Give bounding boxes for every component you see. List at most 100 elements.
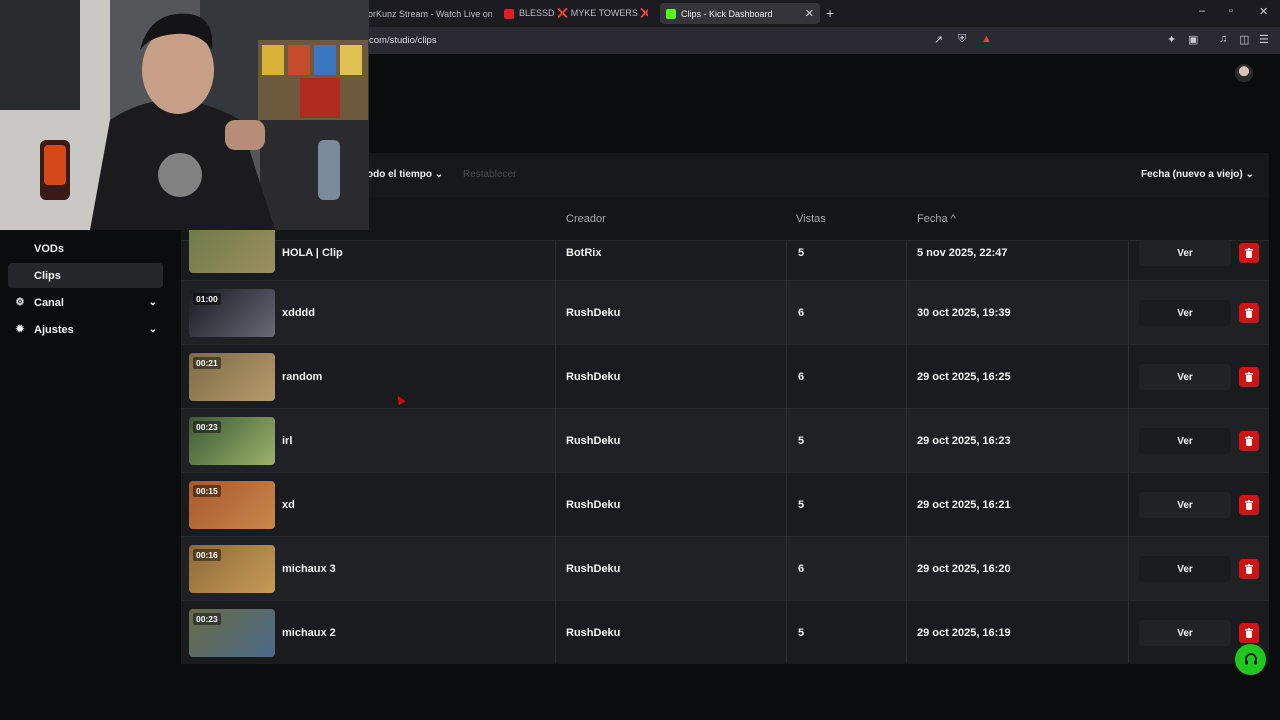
clip-title: xd [282, 499, 295, 511]
trash-icon [1245, 436, 1253, 446]
sidebar-item-clips[interactable]: Clips [8, 263, 163, 288]
chevron-down-icon: ⌄ [1245, 169, 1254, 180]
tab-kick-stream[interactable]: orKunz Stream - Watch Live on K [362, 3, 492, 24]
time-range-dropdown[interactable]: odo el tiempo ⌄ [367, 169, 443, 180]
column-divider [786, 241, 787, 663]
clip-date: 30 oct 2025, 19:39 [917, 307, 1011, 319]
url-field[interactable]: com/studio/clips [369, 35, 437, 46]
minimize-icon[interactable]: – [1199, 5, 1205, 17]
column-divider [906, 241, 907, 663]
header-date[interactable]: Fecha ^ [917, 213, 956, 225]
view-clip-button[interactable]: Ver [1139, 364, 1231, 390]
delete-clip-button[interactable] [1239, 623, 1259, 643]
tab-clips-dashboard[interactable]: Clips - Kick Dashboard ✕ [660, 3, 820, 24]
table-row[interactable]: 00:23 michaux 2 RushDeku 5 29 oct 2025, 16:1… [181, 600, 1269, 664]
trash-icon [1245, 500, 1253, 510]
clip-thumbnail[interactable]: 00:16 [189, 545, 275, 593]
trash-icon [1245, 308, 1253, 318]
restore-icon[interactable]: ▫ [1229, 5, 1233, 17]
sidebar-item-vods[interactable]: VODs [8, 236, 163, 261]
clip-date: 5 nov 2025, 22:47 [917, 247, 1008, 259]
clip-duration: 00:16 [193, 549, 221, 561]
new-tab-button[interactable]: + [826, 5, 834, 21]
trash-icon [1245, 628, 1253, 638]
sort-dropdown[interactable]: Fecha (nuevo a viejo) ⌄ [1141, 169, 1254, 180]
clip-views: 5 [798, 499, 805, 511]
tab-youtube-music[interactable]: BLESSD ❌ MYKE TOWERS ❌ CH [498, 3, 648, 24]
view-clip-button[interactable]: Ver [1139, 428, 1231, 454]
table-row[interactable]: 00:15 xd RushDeku 5 29 oct 2025, 16:21 Ver [181, 472, 1269, 536]
table-row[interactable]: HOLA | Clip BotRix 5 5 nov 2025, 22:47 Ver [181, 225, 1269, 280]
clip-creator: RushDeku [566, 499, 621, 511]
clip-thumbnail[interactable]: 01:00 [189, 289, 275, 337]
share-icon[interactable]: ↗ [934, 33, 943, 46]
clip-title: michaux 3 [282, 563, 336, 575]
table-row[interactable]: 00:21 random RushDeku 6 29 oct 2025, 16:25 Ve… [181, 344, 1269, 408]
delete-clip-button[interactable] [1239, 431, 1259, 451]
column-divider [1128, 241, 1129, 663]
header-views[interactable]: Vistas [796, 213, 826, 225]
clip-duration: 00:23 [193, 613, 221, 625]
clip-thumbnail[interactable]: 00:23 [189, 609, 275, 657]
clip-thumbnail[interactable] [189, 225, 275, 273]
clip-creator: RushDeku [566, 627, 621, 639]
tab-label: Clips - Kick Dashboard [681, 8, 773, 19]
view-clip-button[interactable]: Ver [1139, 240, 1231, 266]
kick-logo-icon [666, 8, 676, 19]
clip-duration: 00:15 [193, 485, 221, 497]
gear-icon: ✹ [15, 324, 25, 335]
rewards-icon[interactable]: ▲ [981, 33, 992, 45]
menu-icon[interactable]: ☰ [1259, 33, 1269, 46]
extensions-icon[interactable]: ✦ [1167, 33, 1176, 46]
reset-filters-button[interactable]: Restablecer [463, 169, 516, 180]
sidebar-item-ajustes[interactable]: ✹ Ajustes ⌄ [8, 317, 163, 342]
clip-creator: RushDeku [566, 563, 621, 575]
close-tab-icon[interactable]: ✕ [797, 7, 814, 20]
clip-duration: 01:00 [193, 293, 221, 305]
delete-clip-button[interactable] [1239, 495, 1259, 515]
clip-title: random [282, 371, 323, 383]
clip-thumbnail[interactable]: 00:23 [189, 417, 275, 465]
webcam-image [0, 0, 369, 230]
clip-duration: 00:23 [193, 421, 221, 433]
sidebar-item-canal[interactable]: ⚙ Canal ⌄ [8, 290, 163, 315]
clip-title: irl [282, 435, 293, 447]
view-clip-button[interactable]: Ver [1139, 492, 1231, 518]
clip-views: 5 [798, 627, 805, 639]
clip-thumbnail[interactable]: 00:21 [189, 353, 275, 401]
avatar[interactable] [1235, 64, 1253, 82]
table-row[interactable]: 01:00 xdddd RushDeku 6 30 oct 2025, 19:39 Ver [181, 280, 1269, 344]
webcam-overlay [0, 0, 369, 230]
header-creator[interactable]: Creador [566, 213, 606, 225]
clip-date: 29 oct 2025, 16:23 [917, 435, 1011, 447]
clip-views: 5 [798, 247, 805, 259]
table-row[interactable]: 00:23 irl RushDeku 5 29 oct 2025, 16:23 Ver [181, 408, 1269, 472]
brave-shield-icon[interactable]: ⛨ [958, 33, 966, 46]
delete-clip-button[interactable] [1239, 367, 1259, 387]
delete-clip-button[interactable] [1239, 303, 1259, 323]
delete-clip-button[interactable] [1239, 559, 1259, 579]
clip-title: michaux 2 [282, 627, 336, 639]
headset-icon [1244, 652, 1257, 664]
window-close-icon[interactable]: ✕ [1259, 5, 1268, 18]
clip-creator: RushDeku [566, 371, 621, 383]
media-icon[interactable]: ♫ [1219, 33, 1227, 45]
column-divider [555, 241, 556, 663]
delete-clip-button[interactable] [1239, 243, 1259, 263]
help-chat-button[interactable] [1235, 644, 1266, 675]
clip-duration: 00:21 [193, 357, 221, 369]
sort-label: Fecha (nuevo a viejo) [1141, 169, 1243, 180]
view-clip-button[interactable]: Ver [1139, 300, 1231, 326]
table-row[interactable]: 00:16 michaux 3 RushDeku 6 29 oct 2025, 16:2… [181, 536, 1269, 600]
sidebar-item-label: Clips [34, 269, 61, 282]
wallet-icon[interactable]: ▣ [1188, 33, 1198, 46]
clip-date: 29 oct 2025, 16:25 [917, 371, 1011, 383]
clip-title: xdddd [282, 307, 315, 319]
trash-icon [1245, 248, 1253, 258]
view-clip-button[interactable]: Ver [1139, 556, 1231, 582]
trash-icon [1245, 564, 1253, 574]
view-clip-button[interactable]: Ver [1139, 620, 1231, 646]
clip-creator: BotRix [566, 247, 602, 259]
clip-thumbnail[interactable]: 00:15 [189, 481, 275, 529]
sidebar-toggle-icon[interactable]: ◫ [1239, 33, 1249, 46]
